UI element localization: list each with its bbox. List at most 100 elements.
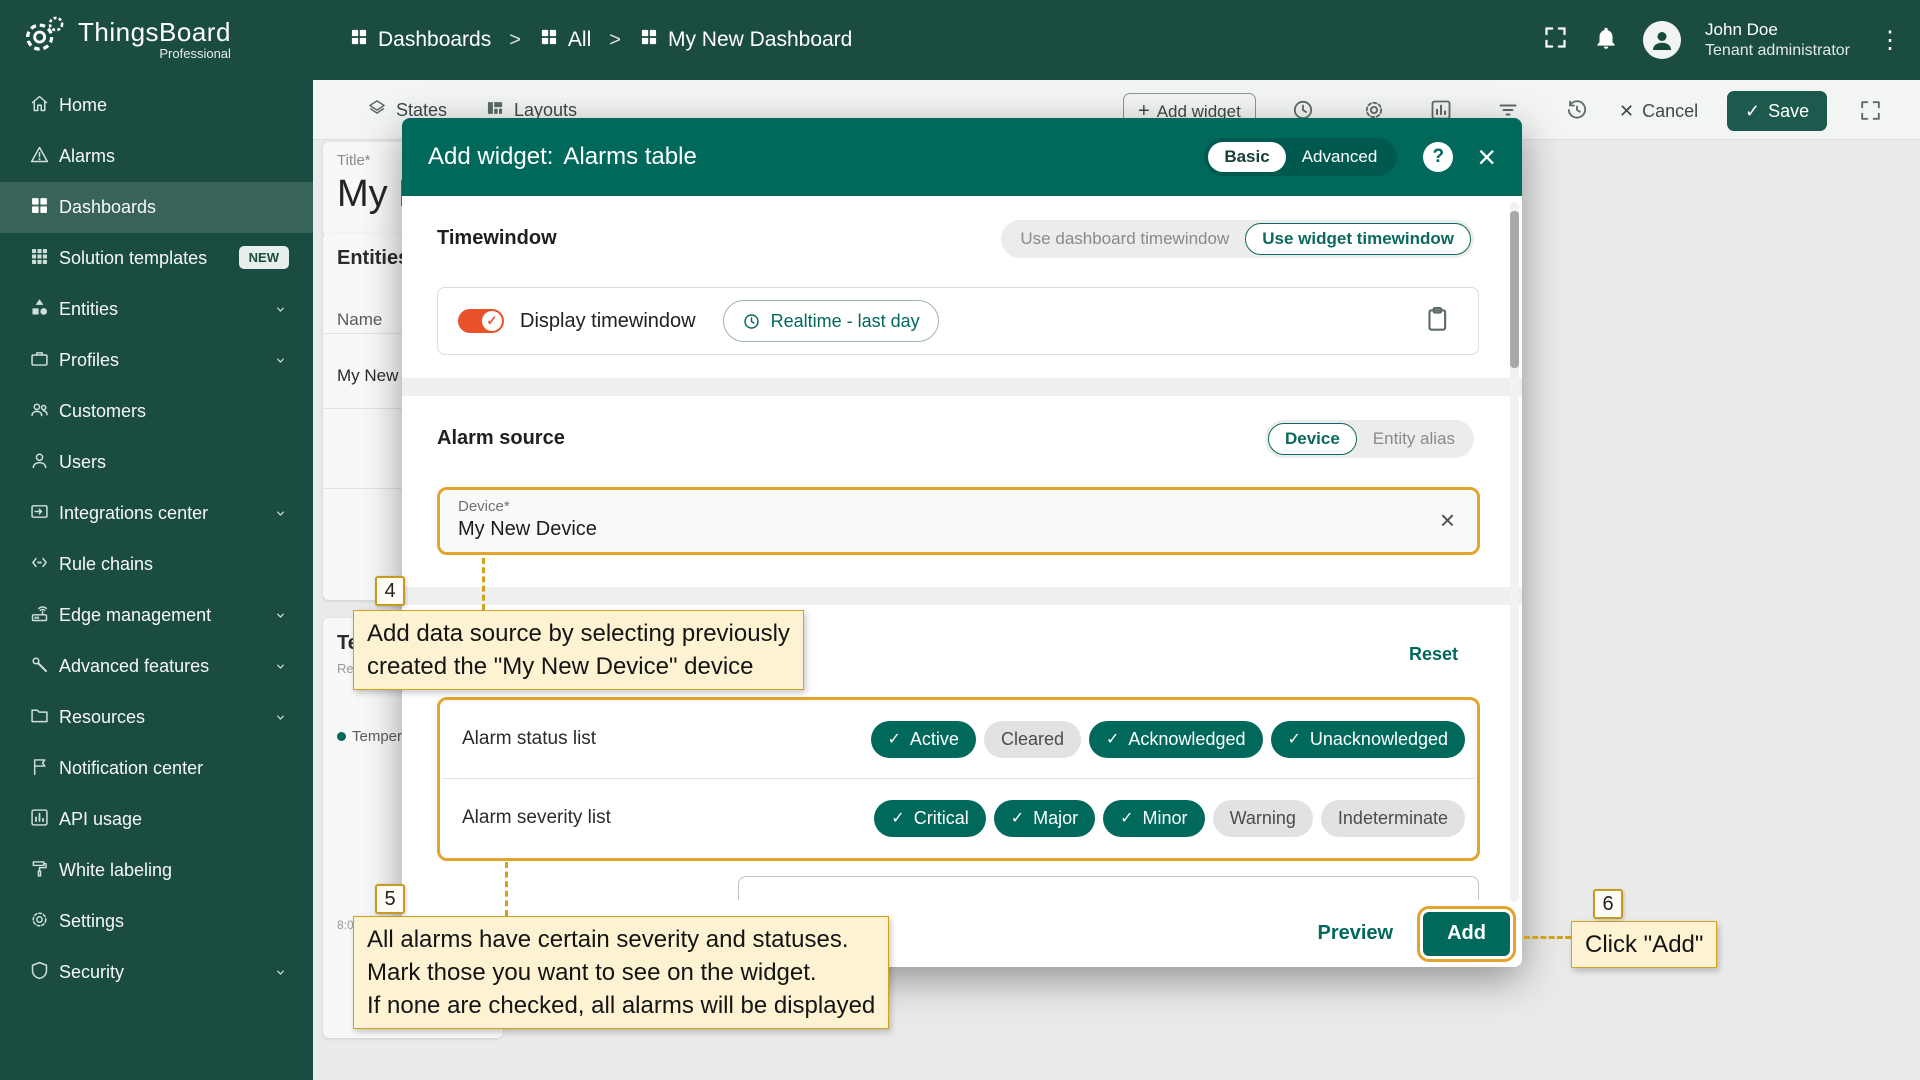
entity-alias-source-button[interactable]: Entity alias <box>1357 423 1471 455</box>
breadcrumb-label: Dashboards <box>378 28 491 52</box>
check-icon: ✓ <box>1120 808 1133 828</box>
add-widget-dialog: Add widget: Alarms table Basic Advanced … <box>402 118 1522 967</box>
reset-link[interactable]: Reset <box>1409 644 1458 665</box>
user-name: John Doe <box>1705 19 1850 40</box>
device-field-label: Device* <box>458 498 1453 515</box>
preview-link[interactable]: Preview <box>1318 922 1394 945</box>
sidebar-item-customers[interactable]: Customers <box>0 386 313 437</box>
use-widget-timewindow-button[interactable]: Use widget timewindow <box>1245 223 1471 255</box>
dialog-scrollbar[interactable] <box>1510 202 1519 902</box>
paint-roller-icon <box>29 858 50 884</box>
alarm-filter-lists-highlight: Alarm status list ✓Active Cleared ✓Ackno… <box>437 697 1480 861</box>
realtime-timewindow-button[interactable]: Realtime - last day <box>723 300 939 342</box>
chip-critical[interactable]: ✓Critical <box>874 800 985 837</box>
chip-active[interactable]: ✓Active <box>871 721 976 758</box>
states-layers-icon <box>367 98 387 123</box>
sidebar-item-dashboards[interactable]: Dashboards <box>0 182 313 233</box>
save-button[interactable]: ✓ Save <box>1727 91 1827 131</box>
dashboards-grid-icon <box>29 195 50 221</box>
chip-unacknowledged[interactable]: ✓Unacknowledged <box>1271 721 1466 758</box>
step6-number: 6 <box>1593 889 1623 919</box>
breadcrumb-dashboards[interactable]: Dashboards <box>349 27 491 53</box>
check-icon: ✓ <box>1106 729 1119 749</box>
basic-mode-button[interactable]: Basic <box>1208 142 1285 172</box>
chevron-down-icon <box>272 607 289 629</box>
top-header: ThingsBoard Professional Dashboards > Al… <box>0 0 1920 80</box>
cancel-button[interactable]: ✕ Cancel <box>1607 91 1710 131</box>
thingsboard-logo[interactable]: ThingsBoard Professional <box>20 12 231 65</box>
more-menu-icon[interactable]: ⋮ <box>1874 26 1906 55</box>
sidebar-item-solution-templates[interactable]: Solution templates NEW <box>0 233 313 284</box>
version-history-icon[interactable] <box>1565 98 1589 122</box>
step4-connector <box>482 558 485 610</box>
chip-minor[interactable]: ✓Minor <box>1103 800 1204 837</box>
step5-callout: All alarms have certain severity and sta… <box>353 916 889 1029</box>
close-icon[interactable]: × <box>1477 141 1496 173</box>
sidebar-item-settings[interactable]: Settings <box>0 896 313 947</box>
scrollbar-thumb[interactable] <box>1510 211 1519 368</box>
sidebar-item-resources[interactable]: Resources <box>0 692 313 743</box>
partial-next-field <box>738 876 1479 900</box>
sidebar-item-integrations-center[interactable]: Integrations center <box>0 488 313 539</box>
sidebar-item-label: Edge management <box>59 605 211 626</box>
check-icon: ✓ <box>1011 808 1024 828</box>
sidebar-item-entities[interactable]: Entities <box>0 284 313 335</box>
advanced-mode-button[interactable]: Advanced <box>1286 142 1394 172</box>
chevron-down-icon <box>272 658 289 680</box>
sidebar-item-security[interactable]: Security <box>0 947 313 998</box>
chip-warning[interactable]: Warning <box>1213 800 1313 837</box>
chip-label: Acknowledged <box>1128 729 1245 750</box>
dialog-header: Add widget: Alarms table Basic Advanced … <box>402 118 1522 196</box>
device-field[interactable]: Device* My New Device × <box>440 490 1477 552</box>
sidebar-item-label: Home <box>59 95 107 116</box>
breadcrumb-label: All <box>568 28 591 52</box>
help-icon[interactable]: ? <box>1423 142 1453 172</box>
router-icon <box>29 603 50 629</box>
timewindow-heading: Timewindow <box>437 227 557 250</box>
entities-shapes-icon <box>29 297 50 323</box>
chevron-down-icon <box>272 505 289 527</box>
sidebar-item-label: Alarms <box>59 146 115 167</box>
clear-device-icon[interactable]: × <box>1440 507 1455 533</box>
sidebar-item-rule-chains[interactable]: Rule chains <box>0 539 313 590</box>
chip-cleared[interactable]: Cleared <box>984 721 1081 758</box>
wrench-icon <box>29 654 50 680</box>
breadcrumb-all[interactable]: All <box>539 27 591 53</box>
user-avatar[interactable] <box>1643 21 1681 59</box>
sidebar-item-users[interactable]: Users <box>0 437 313 488</box>
add-button[interactable]: Add <box>1423 912 1510 956</box>
sidebar-item-profiles[interactable]: Profiles <box>0 335 313 386</box>
chip-indeterminate[interactable]: Indeterminate <box>1321 800 1465 837</box>
device-source-button[interactable]: Device <box>1268 423 1357 455</box>
sidebar-item-edge-management[interactable]: Edge management <box>0 590 313 641</box>
dashboards-grid-icon <box>539 27 559 53</box>
sidebar-item-api-usage[interactable]: API usage <box>0 794 313 845</box>
sidebar-item-alarms[interactable]: Alarms <box>0 131 313 182</box>
templates-grid-icon <box>29 246 50 272</box>
notifications-bell-icon[interactable] <box>1593 25 1619 56</box>
fullscreen-icon[interactable] <box>1542 24 1569 56</box>
chip-label: Indeterminate <box>1338 808 1448 829</box>
chip-major[interactable]: ✓Major <box>994 800 1095 837</box>
use-dashboard-timewindow-button[interactable]: Use dashboard timewindow <box>1004 223 1245 255</box>
alarm-source-toggle: Device Entity alias <box>1265 420 1474 458</box>
display-timewindow-toggle[interactable]: ✓ <box>458 309 504 333</box>
sidebar-item-white-labeling[interactable]: White labeling <box>0 845 313 896</box>
expand-fullscreen-icon[interactable] <box>1858 98 1882 122</box>
sidebar: Home Alarms Dashboards Solution template… <box>0 80 313 1080</box>
chip-acknowledged[interactable]: ✓ Acknowledged <box>1089 721 1263 758</box>
people-icon <box>29 399 50 425</box>
user-info: John Doe Tenant administrator <box>1705 19 1850 60</box>
timewindow-style-clipboard-icon[interactable] <box>1422 304 1452 339</box>
sidebar-item-label: Notification center <box>59 758 203 779</box>
sidebar-item-label: Entities <box>59 299 118 320</box>
clock-icon <box>742 312 761 331</box>
sidebar-item-advanced-features[interactable]: Advanced features <box>0 641 313 692</box>
dashboards-grid-icon <box>349 27 369 53</box>
warning-triangle-icon <box>29 144 50 170</box>
breadcrumb-current[interactable]: My New Dashboard <box>639 27 852 53</box>
breadcrumb-separator: > <box>509 29 521 52</box>
integrations-input-icon <box>29 501 50 527</box>
sidebar-item-notification-center[interactable]: Notification center <box>0 743 313 794</box>
sidebar-item-home[interactable]: Home <box>0 80 313 131</box>
